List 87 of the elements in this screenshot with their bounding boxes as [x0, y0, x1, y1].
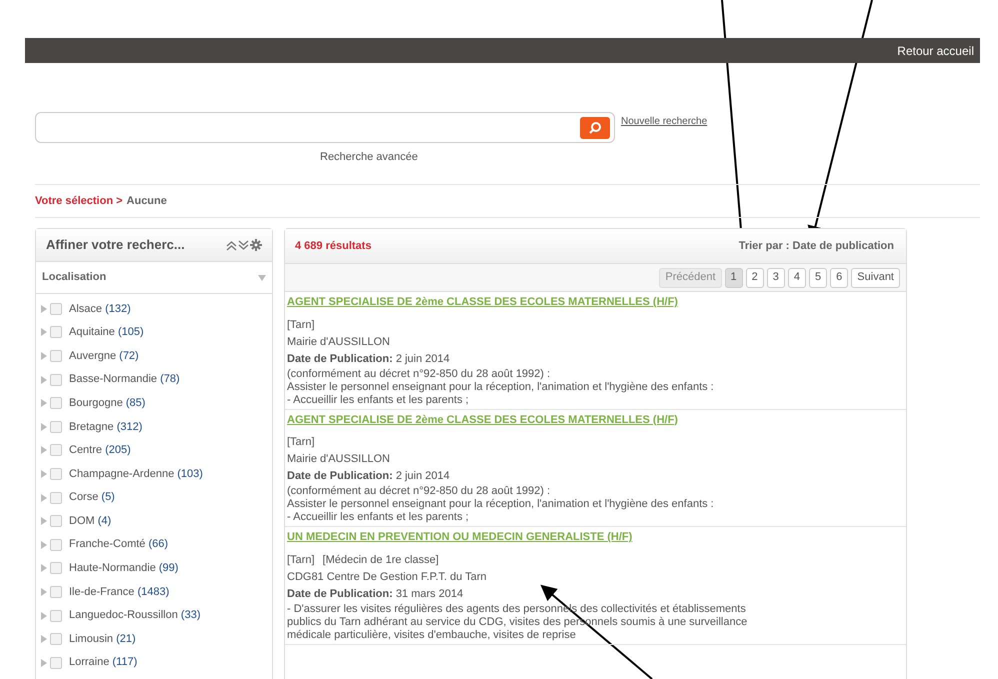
- region-label[interactable]: DOM (4): [69, 512, 112, 530]
- region-label[interactable]: Haute-Normandie (99): [69, 560, 178, 577]
- checkbox[interactable]: [50, 538, 62, 551]
- pagination-button[interactable]: 6: [830, 268, 848, 288]
- pagination-button[interactable]: Suivant: [851, 268, 900, 288]
- checkbox[interactable]: [50, 515, 62, 528]
- job-description: (conformément au décret n°92-850 du 28 août 1992) :: [287, 368, 552, 380]
- job-description: - Accueillir les enfants et les parents ;: [287, 511, 470, 524]
- search-icon: [588, 120, 602, 134]
- region-label[interactable]: Limousin (21): [69, 630, 136, 648]
- region-label[interactable]: Aquitaine (105): [69, 324, 144, 341]
- pagination-button[interactable]: 2: [746, 268, 764, 288]
- pagination-button[interactable]: 5: [809, 268, 828, 288]
- checkbox[interactable]: [50, 420, 62, 433]
- publication-date: Date de Publication: 2 juin 2014: [287, 352, 450, 364]
- checkbox[interactable]: [50, 468, 62, 480]
- employer-name: CDG81 Centre De Gestion F.P.T. du Tarn: [287, 570, 488, 584]
- expand-arrow-icon[interactable]: [41, 635, 47, 644]
- checkbox[interactable]: [50, 633, 62, 646]
- pagination-button[interactable]: 4: [788, 268, 806, 288]
- expand-arrow-icon[interactable]: [41, 658, 47, 667]
- checkbox[interactable]: [50, 397, 62, 410]
- expand-arrow-icon[interactable]: [41, 494, 47, 502]
- region-label[interactable]: Alsace (132): [69, 300, 131, 318]
- results-count: 4 689 résultats: [295, 238, 372, 254]
- checkbox[interactable]: [50, 586, 62, 598]
- expand-arrow-icon[interactable]: [41, 304, 47, 313]
- expand-arrow-icon[interactable]: [41, 612, 47, 620]
- region-label[interactable]: Languedoc-Roussillon (33): [69, 607, 200, 624]
- checkbox[interactable]: [50, 302, 62, 315]
- region-label[interactable]: Basse-Normandie (78): [69, 371, 180, 388]
- job-tag: [Tarn]: [287, 316, 315, 334]
- job-tag: [Tarn]: [287, 552, 315, 568]
- expand-arrow-icon[interactable]: [41, 376, 47, 384]
- job-description: (conformément au décret n°92-850 du 28 août 1992) :: [287, 485, 552, 498]
- expand-arrow-icon[interactable]: [41, 446, 47, 454]
- publication-date: Date de Publication: 31 mars 2014: [287, 588, 464, 600]
- job-tag: [Médecin de 1re classe]: [322, 552, 439, 568]
- job-description: - Accueillir les enfants et les parents ;: [287, 394, 470, 406]
- expand-arrow-icon[interactable]: [41, 588, 47, 596]
- advanced-search-link[interactable]: Recherche avancée: [320, 151, 418, 163]
- collapse-all-icon[interactable]: [226, 240, 237, 250]
- expand-arrow-icon[interactable]: [41, 352, 47, 360]
- expand-arrow-icon[interactable]: [41, 422, 47, 431]
- expand-all-icon[interactable]: [238, 240, 249, 250]
- expand-arrow-icon[interactable]: [41, 517, 47, 526]
- region-label[interactable]: Bretagne (312): [69, 418, 142, 436]
- checkbox[interactable]: [50, 562, 62, 574]
- region-label[interactable]: Champagne-Ardenne (103): [69, 466, 203, 482]
- checkbox[interactable]: [50, 656, 62, 669]
- region-label[interactable]: Franche-Comté (66): [69, 536, 168, 553]
- search-button[interactable]: [580, 116, 610, 138]
- job-tag: [Tarn]: [287, 434, 315, 451]
- checkbox[interactable]: [50, 350, 62, 362]
- pagination-button[interactable]: 1: [724, 268, 743, 288]
- section-title: Localisation: [42, 270, 106, 286]
- breadcrumb-value: Aucune: [126, 194, 167, 208]
- home-link[interactable]: Retour accueil: [897, 42, 974, 60]
- region-label[interactable]: Auvergne (72): [69, 348, 139, 364]
- region-label[interactable]: Lorraine (117): [69, 654, 138, 671]
- checkbox[interactable]: [50, 374, 62, 386]
- search-field[interactable]: [35, 112, 615, 143]
- filter-title: Affiner votre recherc...: [46, 236, 185, 254]
- checkbox[interactable]: [50, 492, 62, 504]
- settings-icon[interactable]: [250, 239, 262, 251]
- checkbox[interactable]: [50, 326, 62, 338]
- region-label[interactable]: Bourgogne (85): [69, 394, 146, 412]
- checkbox[interactable]: [50, 444, 62, 456]
- expand-arrow-icon[interactable]: [41, 540, 47, 549]
- dropdown-caret-icon[interactable]: [258, 274, 266, 280]
- new-search-link[interactable]: Nouvelle recherche: [621, 114, 708, 129]
- pagination-button[interactable]: 3: [766, 268, 785, 288]
- region-label[interactable]: Ile-de-France (1483): [69, 584, 170, 600]
- expand-arrow-icon[interactable]: [41, 470, 47, 478]
- breadcrumb-label: Votre sélection >: [35, 194, 123, 208]
- expand-arrow-icon[interactable]: [41, 328, 47, 336]
- employer-name: Mairie d'AUSSILLON: [287, 452, 391, 467]
- region-label[interactable]: Corse (5): [69, 489, 115, 506]
- job-description: Assister le personnel enseignant pour la réception, l'animation et l'hygiène des enfants :: [287, 380, 715, 394]
- publication-date: Date de Publication: 2 juin 2014: [287, 470, 450, 482]
- sort-label[interactable]: Trier par : Date de publication: [738, 238, 894, 254]
- region-label[interactable]: Centre (205): [69, 442, 131, 459]
- expand-arrow-icon[interactable]: [41, 399, 47, 408]
- employer-name: Mairie d'AUSSILLON: [287, 334, 391, 350]
- expand-arrow-icon[interactable]: [41, 564, 47, 572]
- job-description: Assister le personnel enseignant pour la réception, l'animation et l'hygiène des enfants :: [287, 498, 715, 511]
- checkbox[interactable]: [50, 610, 62, 622]
